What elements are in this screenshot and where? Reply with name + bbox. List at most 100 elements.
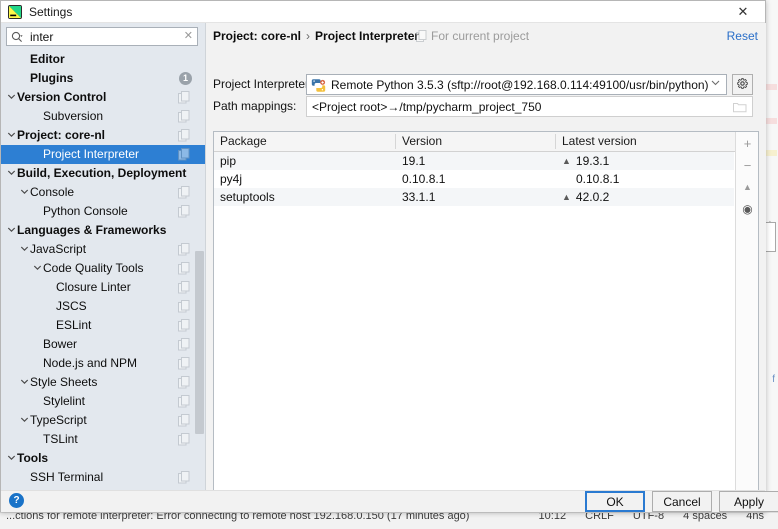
file-encoding[interactable]: UTF-8	[633, 513, 664, 522]
path-mappings-field[interactable]: <Project root>→/tmp/pycharm_project_750	[306, 96, 753, 117]
cancel-button[interactable]: Cancel	[652, 491, 712, 512]
interpreter-settings-button[interactable]	[732, 74, 753, 95]
chevron-down-icon[interactable]	[19, 240, 30, 259]
sidebar-item-project-core-nl[interactable]: Project: core-nl	[1, 126, 206, 145]
copy-icon	[178, 110, 190, 123]
copy-icon	[178, 243, 190, 256]
remove-package-button[interactable]: −	[736, 154, 759, 176]
search-field[interactable]: ✕	[6, 27, 198, 46]
settings-tree[interactable]: Editor Plugins 1 Version Control Subversion P…	[1, 50, 206, 491]
settings-sidebar: ✕ Editor Plugins 1 Version Control Subversio…	[1, 23, 206, 491]
sidebar-item-project-interpreter[interactable]: Project Interpreter	[1, 145, 206, 164]
sidebar-item-version-control[interactable]: Version Control	[1, 88, 206, 107]
table-row[interactable]: py4j 0.10.8.1 0.10.8.1	[214, 170, 734, 188]
sidebar-item-subversion[interactable]: Subversion	[1, 107, 206, 126]
package-name: setuptools	[220, 190, 275, 204]
sidebar-item-tools[interactable]: Tools	[1, 449, 206, 468]
chevron-down-icon[interactable]	[6, 126, 17, 145]
copy-icon	[178, 338, 190, 351]
reset-link[interactable]: Reset	[727, 29, 758, 43]
pycharm-icon	[8, 5, 22, 19]
plugins-update-badge: 1	[179, 72, 192, 85]
copy-icon	[178, 148, 190, 161]
apply-label: Apply	[733, 494, 765, 509]
status-message[interactable]: ...ctions for remote interpreter: Error …	[6, 513, 469, 522]
breadcrumb-root[interactable]: Project: core-nl	[213, 29, 301, 43]
help-button[interactable]: ?	[9, 493, 24, 508]
indent-setting[interactable]: 4 spaces	[683, 513, 727, 522]
sidebar-item-label: Plugins	[30, 71, 74, 85]
sidebar-item-bower[interactable]: Bower	[1, 335, 206, 354]
python-remote-icon	[311, 78, 326, 93]
chevron-down-icon[interactable]	[6, 449, 17, 468]
line-separator[interactable]: CRLF	[585, 513, 614, 522]
upgrade-package-button[interactable]: ▲	[736, 176, 759, 198]
sidebar-item-console[interactable]: Console	[1, 183, 206, 202]
copy-icon	[178, 262, 190, 275]
sidebar-item-style-sheets[interactable]: Style Sheets	[1, 373, 206, 392]
ide-status-bar: ...ctions for remote interpreter: Error …	[0, 512, 778, 529]
sidebar-item-plugins[interactable]: Plugins 1	[1, 69, 206, 88]
chevron-down-icon[interactable]	[32, 259, 43, 278]
interpreter-label: Project Interpreter:	[213, 77, 313, 91]
upgrade-available-icon: ▲	[562, 156, 571, 166]
search-input[interactable]	[28, 28, 178, 45]
sidebar-item-typescript[interactable]: TypeScript	[1, 411, 206, 430]
breadcrumb-leaf: Project Interpreter	[315, 29, 420, 43]
sidebar-item-closure-linter[interactable]: Closure Linter	[1, 278, 206, 297]
breadcrumb-separator: ›	[306, 29, 311, 43]
chevron-down-icon[interactable]	[6, 221, 17, 240]
add-package-button[interactable]: +	[736, 132, 759, 154]
pane-divider[interactable]	[205, 23, 206, 491]
apply-button[interactable]: Apply	[719, 491, 778, 512]
sidebar-item-label: Console	[30, 185, 75, 199]
table-row[interactable]: setuptools 33.1.1 ▲ 42.0.2	[214, 188, 734, 206]
sidebar-item-code-quality-tools[interactable]: Code Quality Tools	[1, 259, 206, 278]
chevron-down-icon[interactable]	[6, 164, 17, 183]
caret-position[interactable]: 10:12	[539, 513, 567, 522]
sidebar-item-build-execution-deployment[interactable]: Build, Execution, Deployment	[1, 164, 206, 183]
sidebar-item-stylelint[interactable]: Stylelint	[1, 392, 206, 411]
sidebar-item-languages-frameworks[interactable]: Languages & Frameworks	[1, 221, 206, 240]
sidebar-item-label: Build, Execution, Deployment	[17, 166, 187, 180]
sidebar-item-jscs[interactable]: JSCS	[1, 297, 206, 316]
interpreter-select[interactable]: Remote Python 3.5.3 (sftp://root@192.168…	[306, 74, 727, 95]
ok-button[interactable]: OK	[585, 491, 645, 512]
column-header-latest-version[interactable]: Latest version	[556, 132, 736, 151]
sidebar-item-ssh-terminal[interactable]: SSH Terminal	[1, 468, 206, 487]
chevron-down-icon[interactable]	[19, 373, 30, 392]
packages-table-body[interactable]: pip 19.1 ▲ 19.3.1 py4j 0.10.8.1 0.10.8.1 setupt…	[214, 152, 734, 510]
sidebar-item-python-console[interactable]: Python Console	[1, 202, 206, 221]
sidebar-item-javascript[interactable]: JavaScript	[1, 240, 206, 259]
sidebar-item-tslint[interactable]: TSLint	[1, 430, 206, 449]
sidebar-item-label: Editor	[30, 52, 65, 66]
sidebar-item-label: JavaScript	[30, 242, 87, 256]
column-header-version[interactable]: Version	[396, 132, 556, 151]
column-header-package[interactable]: Package	[214, 132, 396, 151]
sidebar-item-label: SSH Terminal	[30, 470, 104, 484]
path-mappings-label: Path mappings:	[213, 99, 297, 113]
copy-icon	[416, 30, 427, 42]
package-latest-version: ▲ 19.3.1	[562, 154, 610, 168]
sidebar-scrollbar[interactable]	[195, 251, 204, 434]
clear-search-icon[interactable]: ✕	[184, 29, 193, 42]
breadcrumb: Project: core-nl › Project Interpreter	[213, 29, 419, 43]
vcs-branch[interactable]: 4ns	[746, 513, 764, 522]
chevron-down-icon[interactable]	[6, 88, 17, 107]
sidebar-item-node-js-and-npm[interactable]: Node.js and NPM	[1, 354, 206, 373]
sidebar-item-eslint[interactable]: ESLint	[1, 316, 206, 335]
folder-icon[interactable]	[733, 101, 747, 113]
copy-icon	[178, 433, 190, 446]
editor-scrollbar-thumb[interactable]	[765, 222, 776, 252]
close-icon[interactable]: ✕	[721, 1, 765, 23]
sidebar-item-label: Project: core-nl	[17, 128, 106, 142]
sidebar-item-editor[interactable]: Editor	[1, 50, 206, 69]
copy-icon	[178, 357, 190, 370]
show-early-releases-button[interactable]: ◉	[736, 198, 759, 220]
copy-icon	[178, 129, 190, 142]
chevron-down-icon[interactable]	[19, 183, 30, 202]
table-row[interactable]: pip 19.1 ▲ 19.3.1	[214, 152, 734, 170]
sidebar-item-label: Languages & Frameworks	[17, 223, 167, 237]
sidebar-item-label: Stylelint	[43, 394, 86, 408]
chevron-down-icon[interactable]	[19, 411, 30, 430]
